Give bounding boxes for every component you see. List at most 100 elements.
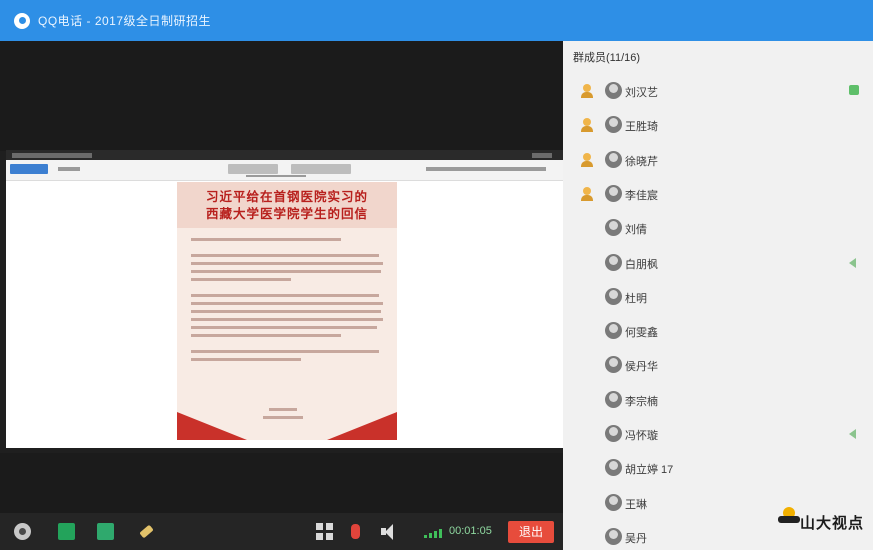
shared-viewer-tab [228, 164, 278, 174]
avatar[interactable] [605, 116, 622, 134]
admin-icon [581, 84, 593, 98]
letter-text-line [191, 350, 379, 353]
call-control-bar: 00:01:05 退出 [0, 513, 563, 550]
member-name: 侯丹华 [625, 361, 658, 374]
shared-taskbar-item [12, 152, 92, 158]
qq-call-window: QQ电话 - 2017级全日制研招生 习近平给在首钢医院实习的 西藏大学医学院学… [0, 0, 873, 550]
letter-text-line [191, 334, 341, 337]
member-row[interactable]: 冯怀璇 [563, 421, 873, 447]
shared-viewer-controls [246, 175, 306, 177]
member-name: 李佳宸 [625, 189, 658, 202]
member-row[interactable]: 刘汉艺 [563, 78, 873, 104]
member-name: 吴丹 [625, 532, 647, 545]
avatar[interactable] [605, 82, 622, 99]
letter-title-line: 习近平给在首钢医院实习的 [205, 189, 368, 204]
shared-taskbar-item [532, 152, 552, 158]
letter-text-line [191, 262, 383, 265]
member-name: 胡立婷 17 [625, 464, 674, 477]
admin-icon [581, 118, 593, 133]
shared-viewer-tab [291, 164, 351, 174]
avatar[interactable] [605, 253, 622, 271]
shared-viewer-tab [10, 164, 48, 174]
letter-date [263, 416, 303, 419]
avatar[interactable] [605, 493, 622, 511]
letter-text-line [191, 278, 291, 281]
watermark-sun-icon [778, 502, 800, 524]
letter-text-line [191, 254, 379, 257]
letter-text-line [191, 326, 377, 329]
member-row[interactable]: 侯丹华 [563, 352, 873, 378]
member-name: 王琳 [625, 498, 647, 511]
exit-button[interactable]: 退出 [508, 521, 554, 543]
screen-share-icon[interactable] [58, 523, 75, 540]
member-panel: 群成员(11/16) 刘汉艺王胜琦徐晓芹李佳宸刘倩白朋枫杜明何雯鑫侯丹华李宗楠冯… [563, 41, 873, 550]
avatar[interactable] [605, 390, 622, 408]
window-title: QQ电话 - 2017级全日制研招生 [38, 14, 212, 28]
avatar[interactable] [605, 459, 622, 477]
member-name: 杜明 [625, 292, 647, 305]
member-row[interactable]: 白朋枫 [563, 250, 873, 276]
watermark-text: 山大视点 [800, 515, 865, 532]
letter-text-line [191, 318, 383, 321]
letter-text-line [191, 302, 383, 305]
member-name: 白朋枫 [625, 258, 658, 271]
shared-viewer-controls [426, 167, 546, 171]
member-row[interactable]: 何雯鑫 [563, 318, 873, 344]
member-row[interactable]: 王胜琦 [563, 112, 873, 138]
avatar[interactable] [605, 150, 622, 168]
shared-taskbar [6, 150, 563, 160]
volume-icon [849, 257, 856, 268]
member-row[interactable]: 徐晓芹 [563, 147, 873, 173]
qq-logo-icon [14, 12, 30, 29]
title-bar[interactable]: QQ电话 - 2017级全日制研招生 [0, 0, 873, 41]
call-timer: 00:01:05 [449, 525, 492, 537]
letter-text-line [191, 358, 301, 361]
member-row[interactable]: 李宗楠 [563, 387, 873, 413]
letter-text-line [191, 270, 381, 273]
camera-icon[interactable] [97, 523, 114, 540]
avatar[interactable] [605, 322, 622, 340]
member-name: 刘汉艺 [625, 87, 658, 99]
letter-body [191, 238, 383, 366]
member-row[interactable]: 刘倩 [563, 215, 873, 241]
avatar[interactable] [605, 527, 622, 545]
member-name: 何雯鑫 [625, 327, 658, 340]
member-name: 刘倩 [625, 224, 647, 237]
letter-title-line: 西藏大学医学院学生的回信 [205, 206, 368, 221]
brush-icon[interactable] [137, 523, 154, 540]
video-letterbox-bottom [0, 453, 563, 513]
shared-viewer-tab [58, 167, 80, 171]
member-count-header: 群成员(11/16) [573, 52, 641, 64]
letter-text-line [191, 294, 379, 297]
member-row[interactable]: 杜明 [563, 284, 873, 310]
member-name: 王胜琦 [625, 121, 658, 134]
speaker-icon[interactable] [379, 523, 396, 540]
letter-document: 习近平给在首钢医院实习的 西藏大学医学院学生的回信 [177, 182, 397, 440]
member-row[interactable]: 胡立婷 17 [563, 455, 873, 481]
avatar[interactable] [605, 287, 622, 305]
mic-icon[interactable] [347, 523, 364, 540]
letter-ribbon-right [327, 412, 397, 440]
shared-viewer-toolbar [6, 160, 563, 181]
camera-icon [849, 85, 859, 95]
avatar[interactable] [605, 425, 622, 442]
shared-screen: 习近平给在首钢医院实习的 西藏大学医学院学生的回信 [6, 150, 563, 448]
grid-icon[interactable] [316, 523, 333, 540]
member-name: 李宗楠 [625, 395, 658, 408]
avatar[interactable] [605, 356, 622, 374]
signal-icon [424, 529, 442, 538]
avatar[interactable] [605, 184, 622, 202]
avatar[interactable] [605, 219, 622, 237]
watermark-logo: 山大视点 [774, 494, 873, 550]
member-name: 冯怀璇 [625, 430, 658, 442]
video-letterbox-top [0, 41, 563, 151]
settings-icon[interactable] [14, 523, 31, 540]
letter-text-line [191, 310, 381, 313]
letter-header: 习近平给在首钢医院实习的 西藏大学医学院学生的回信 [177, 182, 397, 228]
letter-ribbon-left [177, 412, 247, 440]
admin-icon [581, 152, 593, 167]
member-name: 徐晓芹 [625, 155, 658, 168]
letter-text-line [191, 238, 341, 241]
volume-icon [849, 429, 856, 439]
member-row[interactable]: 李佳宸 [563, 181, 873, 207]
